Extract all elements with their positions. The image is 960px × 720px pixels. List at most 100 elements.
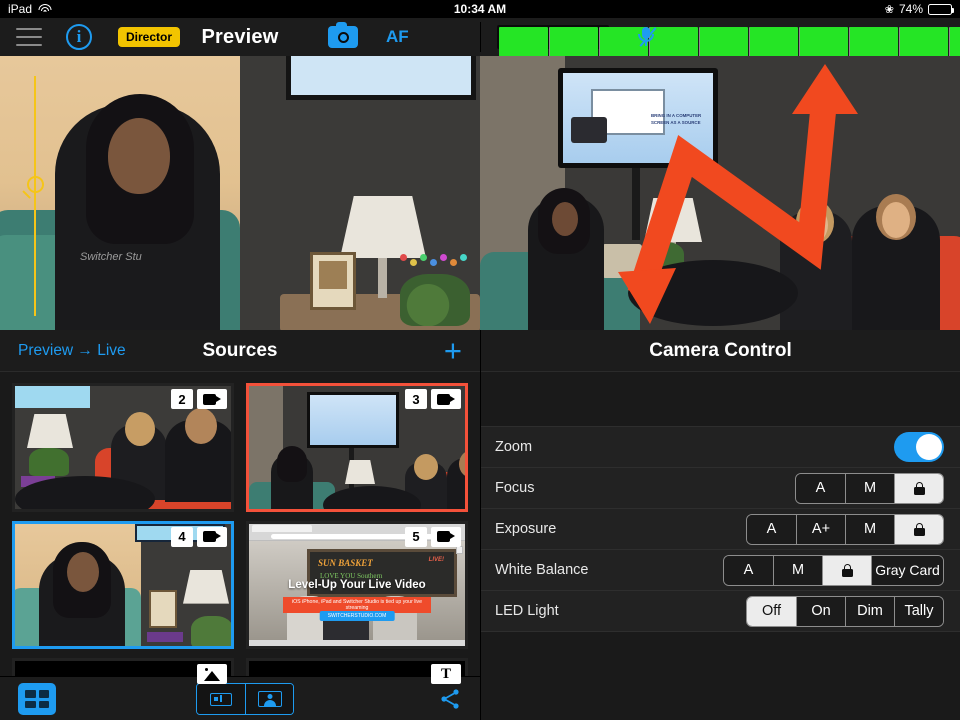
zoom-toggle[interactable]: [894, 432, 944, 462]
audio-level-meter-icon: [497, 25, 960, 67]
video-monitors: Switcher Stu #GOALS BRING IN A COMPUTER …: [0, 56, 960, 330]
af-button[interactable]: AF: [386, 27, 409, 47]
preview-scene-person-face: [108, 118, 170, 194]
preview-scene-picture-frame: [310, 252, 356, 310]
focus-option-auto[interactable]: A: [796, 473, 845, 503]
app-top-bar: i Director Preview AF Live LIVE + REC 1:…: [0, 18, 960, 67]
preview-scene-tv: [286, 56, 476, 100]
source-thumbnail-3[interactable]: 3: [246, 383, 468, 512]
source-number-badge: 5: [405, 526, 427, 547]
sources-scroll-area[interactable]: 2 3 4 SUN BASKET LIVE! LOVE YOU Southern…: [0, 373, 480, 720]
led-light-option-tally[interactable]: Tally: [894, 596, 943, 626]
split-view-icon[interactable]: [197, 684, 245, 714]
source-number-badge: 4: [171, 526, 193, 547]
live-scene-decor: [602, 244, 642, 278]
live-scene-tv: BRING IN A COMPUTER SCREEN AS A SOURCE: [558, 68, 718, 168]
camera-control-row-led-light: LED Light Off On Dim Tally: [481, 591, 960, 632]
top-bar-preview-side: i Director Preview AF: [0, 18, 480, 56]
camera-control-row-white-balance: White Balance A M Gray Card: [481, 550, 960, 591]
led-light-label: LED Light: [495, 603, 559, 619]
ios-status-bar: iPad 10:34 AM ❀ 74%: [0, 0, 960, 18]
preview-scene-shirt-text: Switcher Stu: [80, 251, 142, 263]
source-thumbnail-5[interactable]: SUN BASKET LIVE! LOVE YOU Southern Level…: [246, 520, 468, 650]
exposure-option-auto-plus[interactable]: A+: [796, 514, 845, 544]
exposure-option-auto[interactable]: A: [747, 514, 796, 544]
white-balance-segmented-control: A M Gray Card: [723, 554, 944, 586]
led-light-option-off[interactable]: Off: [747, 596, 796, 626]
layout-toggle-group: [196, 683, 294, 715]
preview-video[interactable]: Switcher Stu #GOALS: [0, 56, 480, 330]
zoom-label: Zoom: [495, 439, 533, 455]
switcher-studio-app: iPad 10:34 AM ❀ 74% i Director Preview A…: [0, 0, 960, 720]
sources-header: Preview → Live Sources +: [0, 330, 480, 372]
live-scene-table: [628, 260, 798, 326]
sources-title: Sources: [202, 340, 278, 361]
led-light-segmented-control: Off On Dim Tally: [746, 595, 944, 627]
exposure-label: Exposure: [495, 521, 557, 537]
focus-segmented-control: A M: [795, 472, 944, 504]
camera-icon: [431, 389, 461, 409]
source-5-overlay-title: Level-Up Your Live Video: [288, 578, 426, 591]
live-scene-lamp: [644, 198, 702, 242]
image-icon: [197, 664, 227, 685]
white-balance-option-lock[interactable]: [822, 555, 871, 585]
live-scene-tv-stand: [632, 168, 640, 240]
camera-icon: [197, 389, 227, 409]
lock-icon: [913, 481, 925, 495]
text-icon: T: [431, 664, 461, 685]
camera-control-spacer: [481, 372, 960, 427]
portrait-view-icon[interactable]: [245, 684, 293, 714]
microphone-muted-icon[interactable]: [635, 25, 657, 49]
led-light-option-on[interactable]: On: [796, 596, 845, 626]
sources-grid: 2 3 4 SUN BASKET LIVE! LOVE YOU Southern…: [0, 373, 480, 720]
led-light-option-dim[interactable]: Dim: [845, 596, 894, 626]
battery-icon: [928, 3, 954, 15]
camera-control-row-focus: Focus A M: [481, 468, 960, 509]
source-5-overlay-button: SWITCHERSTUDIO.COM: [319, 610, 395, 621]
sources-toolbar: [0, 676, 480, 720]
source-thumbnail-4[interactable]: 4: [12, 520, 234, 650]
status-bar-time: 10:34 AM: [453, 2, 507, 16]
lock-icon: [841, 563, 853, 577]
camera-control-row-zoom: Zoom: [481, 427, 960, 468]
lower-panels: Preview → Live Sources + 2 3 4 SUN BASKE…: [0, 330, 960, 720]
preview-scene-string-lights: [400, 254, 474, 266]
status-bar-right: ❀ 74%: [884, 2, 954, 16]
bluetooth-icon: ❀: [884, 3, 894, 16]
camera-control-header: Camera Control: [481, 330, 960, 372]
preview-scene-lamp: [340, 196, 426, 258]
battery-percent: 74%: [898, 2, 923, 16]
white-balance-option-manual[interactable]: M: [773, 555, 822, 585]
camera-icon: [197, 526, 227, 547]
source-number-badge: 2: [171, 389, 193, 409]
top-bar-live-side: Live LIVE + REC 1:34: [480, 18, 960, 67]
grid-layout-icon[interactable]: [18, 683, 56, 715]
source-5-board-title: SUN BASKET: [318, 557, 373, 568]
focus-label: Focus: [495, 480, 535, 496]
white-balance-option-auto[interactable]: A: [724, 555, 773, 585]
source-thumbnail-2[interactable]: 2: [12, 383, 234, 512]
share-icon[interactable]: [438, 687, 462, 711]
sources-panel: Preview → Live Sources + 2 3 4 SUN BASKE…: [0, 330, 480, 720]
lock-icon: [913, 522, 925, 536]
white-balance-option-gray-card[interactable]: Gray Card: [871, 555, 943, 585]
live-scene-person3-face: [882, 202, 910, 238]
source-5-board-live: LIVE!: [428, 556, 444, 563]
exposure-segmented-control: A A+ M: [746, 513, 944, 545]
preview-scene-lamp-base: [378, 256, 387, 298]
focus-option-lock[interactable]: [894, 473, 943, 503]
focus-option-manual[interactable]: M: [845, 473, 894, 503]
zoom-slider-icon[interactable]: [22, 76, 48, 316]
live-scene-person1-face: [552, 202, 578, 236]
live-video[interactable]: BRING IN A COMPUTER SCREEN AS A SOURCE: [480, 56, 960, 330]
source-number-badge: 3: [405, 389, 427, 409]
camera-control-panel: Camera Control Zoom Focus A M Exposure A…: [480, 330, 960, 720]
camera-icon: [431, 526, 461, 547]
camera-flip-icon[interactable]: [328, 22, 358, 48]
preview-scene-plant: [400, 274, 470, 326]
exposure-option-manual[interactable]: M: [845, 514, 894, 544]
camera-control-row-exposure: Exposure A A+ M: [481, 509, 960, 550]
plus-icon[interactable]: +: [444, 334, 462, 368]
live-scene-screen-text: BRING IN A COMPUTER SCREEN AS A SOURCE: [651, 113, 702, 125]
exposure-option-lock[interactable]: [894, 514, 943, 544]
